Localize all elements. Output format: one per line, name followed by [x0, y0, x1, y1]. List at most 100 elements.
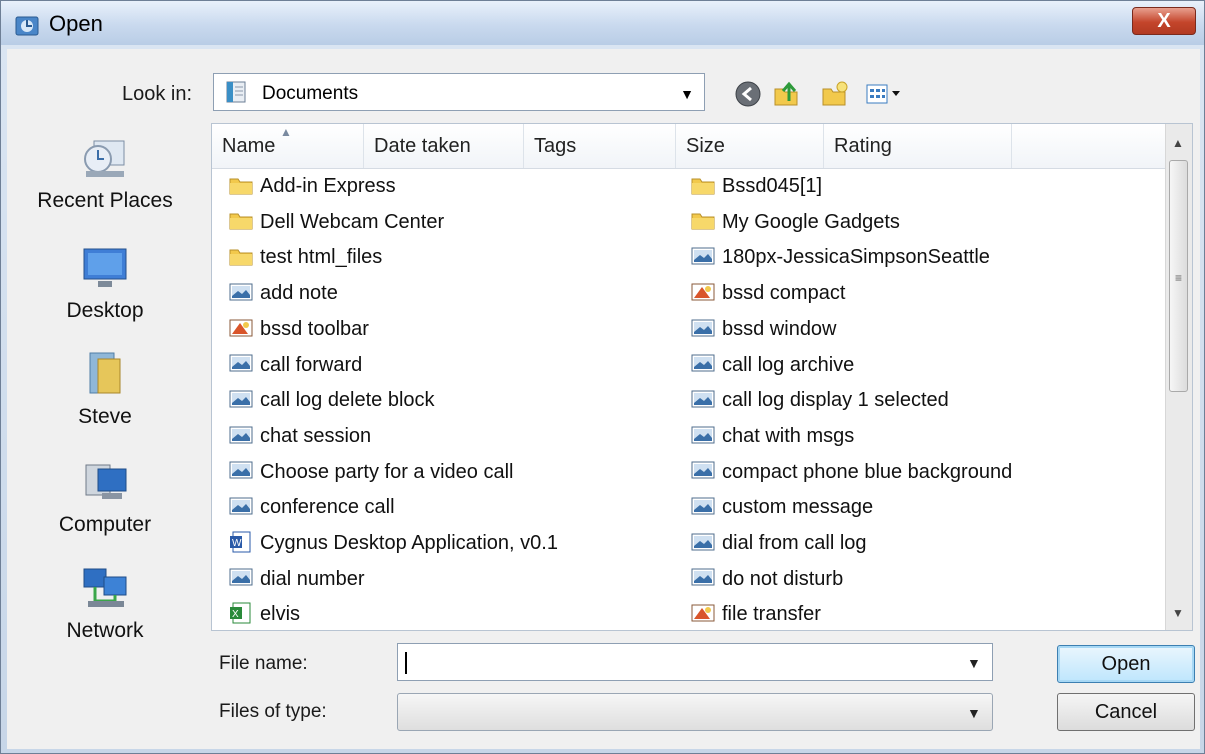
- sort-ascending-icon: ▲: [280, 125, 292, 139]
- look-in-label: Look in:: [122, 83, 193, 105]
- file-name: Bssd045[1]: [722, 175, 823, 197]
- scroll-thumb[interactable]: ≡: [1169, 160, 1188, 392]
- place-label: Computer: [58, 513, 152, 536]
- image-file-icon: [228, 389, 260, 411]
- excel-file-icon: X: [228, 602, 260, 625]
- file-name-input[interactable]: [397, 643, 993, 681]
- image-file-icon: [690, 532, 722, 554]
- back-icon[interactable]: [733, 79, 763, 109]
- close-button[interactable]: X: [1132, 7, 1196, 35]
- file-name: dial from call log: [722, 532, 867, 554]
- file-name: chat with msgs: [722, 424, 855, 447]
- list-item[interactable]: dial from call log: [690, 528, 867, 558]
- file-name: 180px-JessicaSimpsonSeattle: [722, 246, 990, 269]
- files-of-type-label: Files of type:: [219, 701, 327, 722]
- chevron-down-icon[interactable]: ▼: [680, 86, 694, 102]
- image-file-icon: [690, 425, 722, 447]
- image-file-icon: [690, 389, 722, 411]
- file-name: Dell Webcam Center: [260, 210, 445, 233]
- list-item[interactable]: file transfer: [690, 599, 821, 629]
- file-name: conference call: [260, 496, 395, 519]
- views-menu-icon[interactable]: [865, 79, 909, 109]
- column-headers: ▲ Name Date taken Tags Size Rating: [212, 124, 1165, 169]
- file-name: Add-in Express: [260, 175, 396, 197]
- list-item[interactable]: W Cygnus Desktop Application, v0.1: [228, 528, 558, 558]
- chevron-down-icon[interactable]: ▼: [967, 655, 981, 671]
- dialog-body: Look in: Documents ▼ Recent Places Deskt…: [7, 49, 1200, 749]
- column-header-rating[interactable]: Rating: [824, 124, 1012, 168]
- list-item[interactable]: Choose party for a video call: [228, 457, 513, 487]
- title-bar[interactable]: Open X: [1, 1, 1204, 45]
- place-label: Recent Places: [37, 189, 173, 212]
- file-list[interactable]: ▲ Name Date taken Tags Size Rating Add-i…: [211, 123, 1193, 631]
- list-item[interactable]: chat session: [228, 421, 371, 451]
- text-caret: [405, 652, 407, 674]
- column-header-tags[interactable]: Tags: [524, 124, 676, 168]
- place-network[interactable]: Network: [13, 563, 197, 643]
- column-header-size[interactable]: Size: [676, 124, 824, 168]
- file-name: do not disturb: [722, 567, 844, 590]
- cancel-button[interactable]: Cancel: [1057, 693, 1195, 731]
- dialog-title: Open: [49, 11, 103, 36]
- list-item[interactable]: do not disturb: [690, 564, 843, 594]
- open-dialog: Open X Look in: Documents ▼ Recent Place…: [0, 0, 1205, 754]
- list-item[interactable]: custom message: [690, 492, 873, 522]
- list-item[interactable]: call forward: [228, 350, 362, 380]
- list-item[interactable]: 180px-JessicaSimpsonSeattle: [690, 242, 990, 272]
- image-file-icon: [690, 354, 722, 376]
- list-item[interactable]: Bssd045[1]: [690, 171, 822, 201]
- place-label: Desktop: [66, 299, 144, 322]
- new-folder-icon[interactable]: [819, 79, 849, 109]
- column-header-date-taken[interactable]: Date taken: [364, 124, 524, 168]
- list-item[interactable]: bssd window: [690, 314, 837, 344]
- image-file-icon: [228, 568, 260, 590]
- place-recent-places[interactable]: Recent Places: [13, 133, 197, 213]
- scroll-down-icon[interactable]: ▼: [1172, 606, 1184, 620]
- file-name: elvis: [260, 603, 301, 626]
- place-desktop[interactable]: Desktop: [13, 243, 197, 323]
- list-item[interactable]: chat with msgs: [690, 421, 854, 451]
- list-item[interactable]: bssd toolbar: [228, 314, 369, 344]
- svg-text:W: W: [232, 538, 242, 549]
- network-icon: [83, 568, 127, 607]
- scroll-up-icon[interactable]: ▲: [1172, 136, 1184, 150]
- list-item[interactable]: My Google Gadgets: [690, 207, 900, 237]
- list-item[interactable]: conference call: [228, 492, 395, 522]
- file-name: call log archive: [722, 353, 855, 376]
- list-item[interactable]: call log display 1 selected: [690, 385, 949, 415]
- column-header-name[interactable]: ▲ Name: [212, 124, 364, 168]
- file-name: Cygnus Desktop Application, v0.1: [260, 532, 558, 554]
- list-item[interactable]: bssd compact: [690, 278, 845, 308]
- image-file-icon: [228, 496, 260, 518]
- folder-icon: [228, 211, 260, 233]
- computer-icon: [85, 464, 127, 499]
- paint-file-icon: [690, 603, 722, 625]
- list-item[interactable]: test html_files: [228, 242, 382, 272]
- list-item[interactable]: dial number: [228, 564, 365, 594]
- folder-icon: [228, 175, 260, 197]
- list-item[interactable]: compact phone blue background: [690, 457, 1012, 487]
- image-file-icon: [690, 318, 722, 340]
- open-button[interactable]: Open: [1057, 645, 1195, 683]
- place-steve[interactable]: Steve: [13, 349, 197, 429]
- file-name: chat session: [260, 424, 372, 447]
- look-in-combo[interactable]: Documents ▼: [213, 73, 705, 111]
- list-item[interactable]: call log delete block: [228, 385, 435, 415]
- list-item[interactable]: call log archive: [690, 350, 854, 380]
- image-file-icon: [690, 496, 722, 518]
- list-item[interactable]: Add-in Express: [228, 171, 396, 201]
- file-name: bssd window: [722, 317, 837, 340]
- look-in-value: Documents: [262, 83, 359, 104]
- up-folder-icon[interactable]: [771, 79, 801, 109]
- file-name: Choose party for a video call: [260, 460, 514, 483]
- files-of-type-select[interactable]: [397, 693, 993, 731]
- file-name: call forward: [260, 353, 363, 376]
- list-item[interactable]: Dell Webcam Center: [228, 207, 444, 237]
- place-computer[interactable]: Computer: [13, 457, 197, 537]
- documents-folder-icon: [226, 81, 246, 103]
- chevron-down-icon[interactable]: ▼: [967, 705, 981, 721]
- list-item[interactable]: Xelvis: [228, 599, 300, 629]
- list-item[interactable]: add note: [228, 278, 338, 308]
- file-name: test html_files: [260, 246, 383, 269]
- vertical-scrollbar[interactable]: ▲ ≡ ▼: [1165, 124, 1192, 630]
